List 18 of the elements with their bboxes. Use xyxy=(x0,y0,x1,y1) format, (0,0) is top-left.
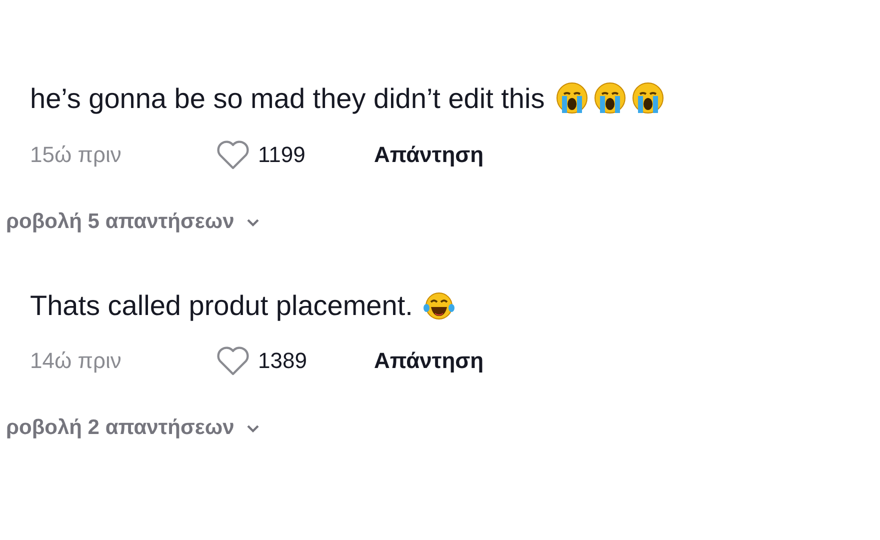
comment-text: he’s gonna be so mad they didn’t edit this xyxy=(30,83,545,115)
comment-text: Thats called produt placement. xyxy=(30,290,413,322)
comment-time: 15ώ πριν xyxy=(30,142,122,168)
crying-face-icon xyxy=(630,82,665,116)
like-count: 1389 xyxy=(258,348,308,374)
comment-time: 14ώ πριν xyxy=(30,348,122,374)
chevron-down-icon[interactable] xyxy=(246,424,260,432)
laughing-face-icon xyxy=(422,291,455,321)
heart-icon[interactable] xyxy=(216,140,250,170)
heart-icon[interactable] xyxy=(216,346,250,376)
chevron-down-icon[interactable] xyxy=(246,218,260,226)
crying-face-icon xyxy=(554,82,589,116)
like-count: 1199 xyxy=(258,142,306,168)
crying-face-icon xyxy=(592,82,627,116)
view-replies-link[interactable]: ροβολή 5 απαντήσεων xyxy=(6,210,234,234)
view-replies-link[interactable]: ροβολή 2 απαντήσεων xyxy=(6,416,234,440)
reply-link[interactable]: Απάντηση xyxy=(374,348,484,374)
reply-link[interactable]: Απάντηση xyxy=(374,142,484,168)
